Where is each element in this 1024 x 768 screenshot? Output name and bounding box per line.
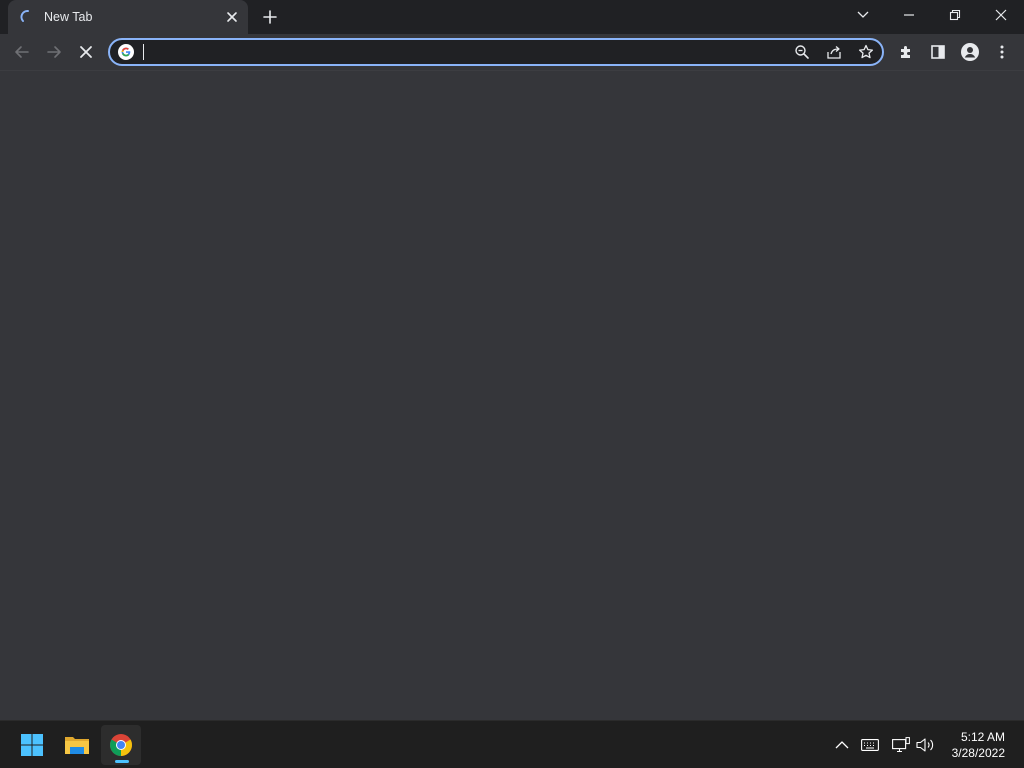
forward-button[interactable]	[38, 36, 70, 68]
menu-button[interactable]	[986, 36, 1018, 68]
chevron-down-icon	[857, 11, 869, 18]
share-icon	[827, 46, 841, 59]
file-explorer-button[interactable]	[57, 725, 97, 765]
close-window-button[interactable]	[978, 0, 1024, 30]
avatar-icon	[961, 43, 979, 61]
page-content[interactable]	[0, 71, 1024, 720]
network-button[interactable]	[889, 733, 913, 757]
side-panel-icon	[931, 45, 945, 59]
tab-search-button[interactable]	[840, 0, 886, 30]
arrow-left-icon	[15, 46, 29, 58]
loading-spinner-icon	[20, 10, 29, 22]
zoom-button[interactable]	[792, 42, 812, 62]
network-icon	[892, 737, 910, 753]
close-icon	[995, 9, 1007, 21]
show-hidden-icons-button[interactable]	[830, 733, 854, 757]
new-tab-button[interactable]	[258, 5, 282, 29]
plus-icon	[263, 10, 277, 24]
chrome-icon	[110, 734, 132, 756]
address-bar[interactable]	[108, 38, 884, 66]
start-button[interactable]	[12, 725, 52, 765]
speaker-icon	[916, 738, 934, 752]
kebab-menu-icon	[1000, 45, 1004, 59]
arrow-right-icon	[47, 46, 61, 58]
taskbar-clock[interactable]: 5:12 AM 3/28/2022	[952, 729, 1005, 761]
tab-new-tab[interactable]: New Tab	[8, 0, 248, 34]
active-app-indicator	[115, 760, 129, 763]
star-icon	[858, 44, 874, 59]
restore-icon	[949, 9, 961, 21]
profile-button[interactable]	[954, 36, 986, 68]
minimize-button[interactable]	[886, 0, 932, 30]
share-button[interactable]	[824, 42, 844, 62]
stop-loading-button[interactable]	[70, 36, 102, 68]
stop-x-icon	[80, 46, 92, 58]
address-input[interactable]	[142, 43, 782, 61]
back-button[interactable]	[6, 36, 38, 68]
zoom-out-icon	[795, 45, 809, 59]
tab-title: New Tab	[44, 10, 93, 24]
puzzle-icon	[901, 46, 910, 58]
browser-toolbar	[0, 34, 1024, 70]
title-bar: New Tab	[0, 0, 1024, 34]
text-cursor	[143, 44, 144, 60]
windows-start-icon	[21, 734, 43, 756]
taskbar: 5:12 AM 3/28/2022	[0, 720, 1024, 768]
close-tab-icon[interactable]	[224, 9, 240, 25]
volume-button[interactable]	[914, 733, 938, 757]
bookmark-button[interactable]	[856, 42, 876, 62]
minimize-icon	[904, 14, 914, 16]
keyboard-icon	[861, 739, 879, 751]
side-panel-button[interactable]	[922, 36, 954, 68]
clock-date: 3/28/2022	[951, 746, 1005, 760]
extensions-button[interactable]	[890, 36, 922, 68]
google-icon	[118, 44, 134, 60]
touch-keyboard-button[interactable]	[858, 733, 882, 757]
chevron-up-icon	[835, 741, 849, 749]
folder-icon	[65, 737, 89, 754]
restore-button[interactable]	[932, 0, 978, 30]
chrome-taskbar-button[interactable]	[101, 725, 141, 765]
clock-time: 5:12 AM	[960, 730, 1005, 744]
